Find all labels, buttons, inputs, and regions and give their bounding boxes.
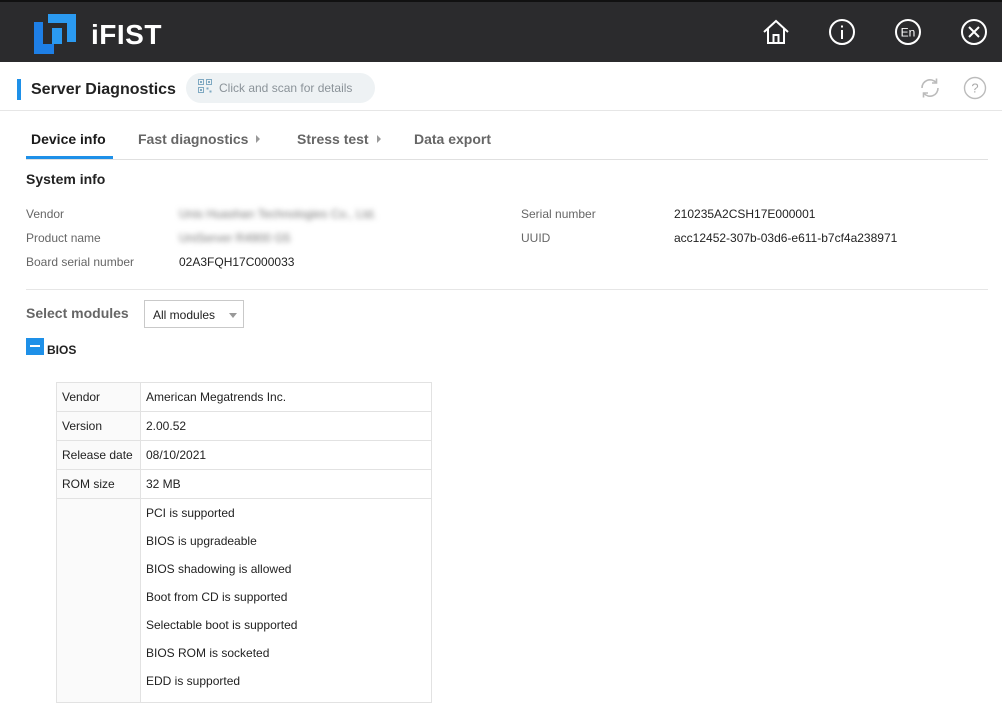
bios-key: Version bbox=[56, 411, 141, 441]
table-row: Release date 08/10/2021 bbox=[56, 440, 432, 470]
serial-number-value: 210235A2CSH17E000001 bbox=[674, 207, 816, 221]
top-bar: iFIST En bbox=[0, 0, 1002, 62]
uuid-value: acc12452-307b-03d6-e611-b7cf4a238971 bbox=[674, 231, 898, 245]
table-row: Version 2.00.52 bbox=[56, 411, 432, 441]
info-icon[interactable] bbox=[827, 17, 857, 47]
qr-code-icon bbox=[198, 78, 212, 98]
tab-label: Stress test bbox=[297, 131, 369, 147]
list-item: EDD is supported bbox=[146, 674, 241, 688]
caret-right-icon bbox=[256, 135, 261, 143]
modules-select[interactable]: All modules bbox=[144, 300, 244, 328]
bios-table: Vendor American Megatrends Inc. Version … bbox=[56, 382, 432, 703]
bios-value: 08/10/2021 bbox=[140, 440, 432, 470]
product-name-value: UniServer R4900 G5 bbox=[179, 231, 291, 245]
close-icon[interactable] bbox=[959, 17, 989, 47]
title-accent-bar bbox=[17, 79, 21, 100]
page-title: Server Diagnostics bbox=[31, 81, 176, 98]
bios-value: 2.00.52 bbox=[140, 411, 432, 441]
tab-label: Fast diagnostics bbox=[138, 131, 249, 147]
scan-hint-text: Click and scan for details bbox=[219, 81, 353, 95]
select-modules-label: Select modules bbox=[26, 305, 129, 321]
bios-key: Release date bbox=[56, 440, 141, 470]
chevron-down-icon bbox=[229, 313, 237, 318]
tab-label: Data export bbox=[414, 131, 492, 147]
help-icon[interactable]: ? bbox=[963, 76, 987, 100]
list-item: Boot from CD is supported bbox=[146, 590, 288, 604]
section-divider bbox=[26, 289, 988, 290]
tab-data-export[interactable]: Data export bbox=[414, 131, 491, 147]
bios-features-key bbox=[56, 498, 141, 703]
tab-bar: Device info Fast diagnostics Stress test… bbox=[26, 122, 988, 160]
uuid-label: UUID bbox=[521, 231, 551, 245]
bios-key: Vendor bbox=[56, 382, 141, 412]
board-serial-value: 02A3FQH17C000033 bbox=[179, 255, 295, 269]
tab-stress-test[interactable]: Stress test bbox=[297, 131, 381, 147]
vendor-label: Vendor bbox=[26, 207, 65, 221]
active-tab-indicator bbox=[26, 156, 113, 159]
table-row: Vendor American Megatrends Inc. bbox=[56, 382, 432, 412]
tab-fast-diagnostics[interactable]: Fast diagnostics bbox=[138, 131, 261, 147]
vendor-value: Unis Huashan Technologies Co., Ltd. bbox=[179, 207, 377, 221]
board-serial-label: Board serial number bbox=[26, 255, 135, 269]
tab-device-info[interactable]: Device info bbox=[31, 131, 106, 147]
svg-text:En: En bbox=[901, 26, 916, 40]
table-row: ROM size 32 MB bbox=[56, 469, 432, 499]
bios-value: American Megatrends Inc. bbox=[140, 382, 432, 412]
serial-number-label: Serial number bbox=[521, 207, 596, 221]
app-title: iFIST bbox=[91, 19, 162, 50]
list-item: BIOS ROM is socketed bbox=[146, 646, 270, 660]
list-item: BIOS shadowing is allowed bbox=[146, 562, 292, 576]
bios-key: ROM size bbox=[56, 469, 141, 499]
page-header: Server Diagnostics Click and scan for de… bbox=[0, 62, 1002, 111]
list-item: PCI is supported bbox=[146, 506, 235, 520]
table-row: PCI is supported BIOS is upgradeable BIO… bbox=[56, 498, 432, 703]
list-item: BIOS is upgradeable bbox=[146, 534, 257, 548]
bios-collapse-toggle[interactable] bbox=[26, 338, 44, 355]
ifist-logo-icon bbox=[34, 14, 76, 54]
svg-text:?: ? bbox=[971, 81, 978, 96]
product-name-label: Product name bbox=[26, 231, 101, 245]
language-icon[interactable]: En bbox=[893, 17, 923, 47]
tab-label: Device info bbox=[31, 131, 106, 147]
scan-details-button[interactable]: Click and scan for details bbox=[186, 73, 375, 103]
modules-select-value: All modules bbox=[153, 308, 216, 322]
caret-right-icon bbox=[376, 135, 381, 143]
bios-section-title: BIOS bbox=[47, 343, 77, 357]
bios-value: 32 MB bbox=[140, 469, 432, 499]
bios-features-list: PCI is supported BIOS is upgradeable BIO… bbox=[140, 498, 432, 703]
system-info-title: System info bbox=[26, 171, 106, 187]
list-item: Selectable boot is supported bbox=[146, 618, 298, 632]
refresh-icon[interactable] bbox=[918, 76, 942, 100]
home-icon[interactable] bbox=[761, 17, 791, 47]
